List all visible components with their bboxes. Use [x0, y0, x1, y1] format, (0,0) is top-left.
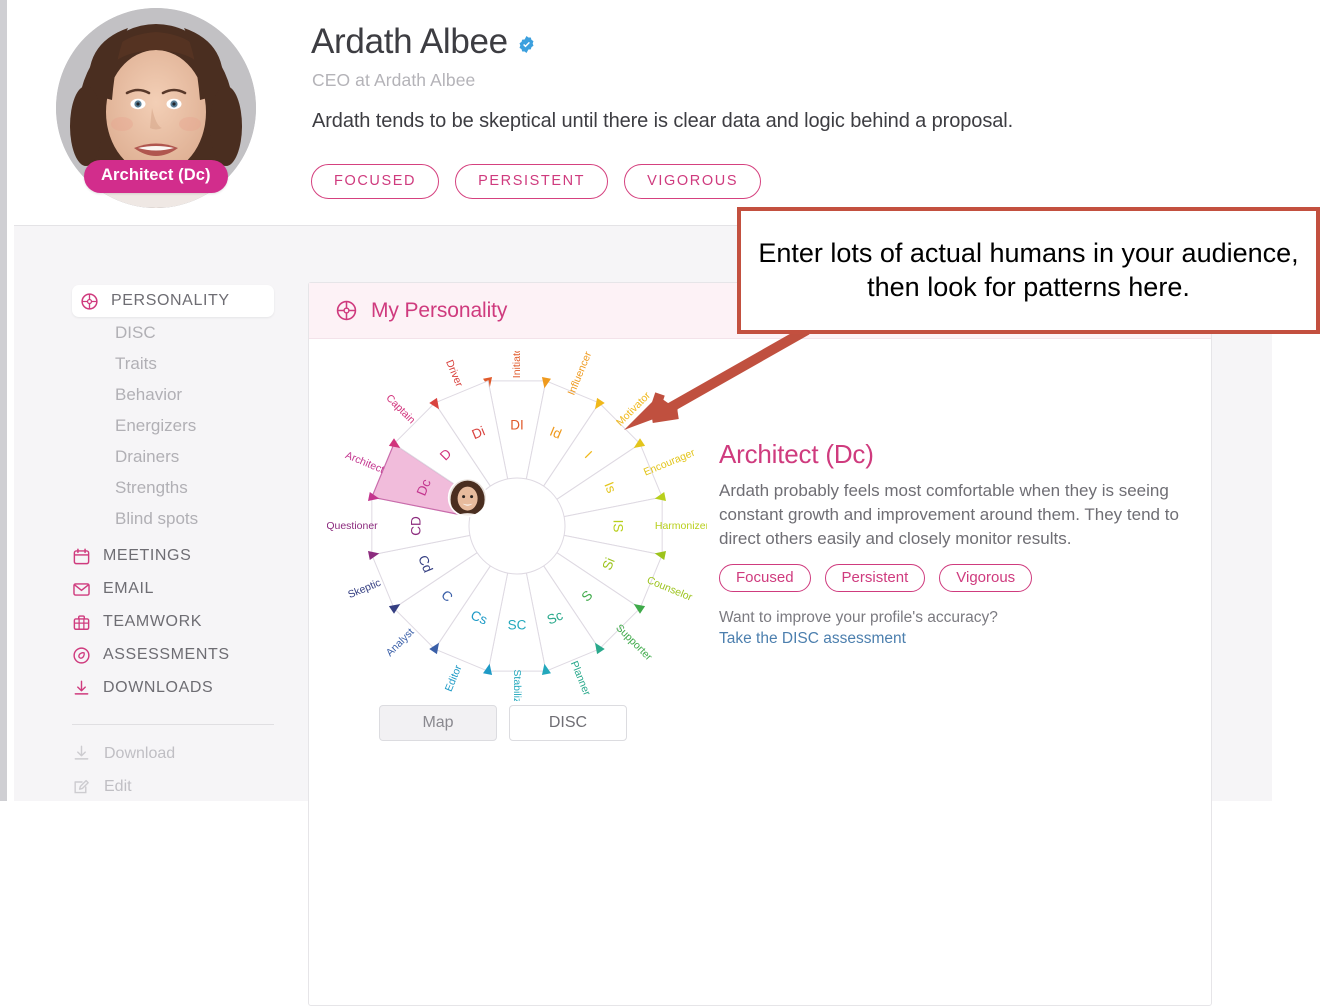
wheel-segment-label: Initiator — [511, 351, 523, 378]
sidebar: PERSONALITY DISC Traits Behavior Energiz… — [14, 226, 302, 801]
wheel-segment-code: IS — [610, 520, 625, 533]
wheel-segment-label: Harmonizer — [655, 520, 707, 532]
sidebar-subitem-drainers[interactable]: Drainers — [115, 447, 179, 467]
profile-subtitle: CEO at Ardath Albee — [312, 70, 475, 91]
annotation-text: Enter lots of actual humans in your audi… — [757, 237, 1300, 305]
sidebar-subitem-traits[interactable]: Traits — [115, 354, 157, 374]
download-icon — [72, 679, 91, 698]
trait-chip[interactable]: VIGOROUS — [624, 164, 761, 199]
wheel-segment-label: Editor — [443, 663, 465, 693]
sidebar-item-label: PERSONALITY — [111, 292, 230, 310]
detail-trait-chip[interactable]: Focused — [719, 564, 811, 592]
target-icon — [335, 299, 358, 322]
wheel-segment-label: Captain — [383, 392, 417, 426]
card-header-title: My Personality — [371, 299, 507, 323]
detail-title: Architect (Dc) — [719, 439, 1199, 470]
card-body: DIInitiatorIdInfluencerIMotivatorIsEncou… — [309, 339, 1211, 1006]
toggle-disc-button[interactable]: DISC — [509, 705, 627, 741]
wheel-segment-label: Analyst — [384, 626, 417, 659]
sidebar-subitem-behavior[interactable]: Behavior — [115, 385, 182, 405]
profile-header: Architect (Dc) Ardath Albee CEO at Ardat… — [14, 0, 1272, 226]
disc-assessment-link[interactable]: Take the DISC assessment — [719, 630, 1199, 648]
wheel-segment-label: Supporter — [613, 622, 654, 663]
sidebar-subitem-disc[interactable]: DISC — [115, 323, 156, 343]
annotation-arrow — [600, 326, 810, 436]
edit-pencil-icon — [72, 777, 91, 796]
profile-tagline: Ardath tends to be skeptical until there… — [312, 110, 1013, 133]
sidebar-item-email[interactable]: EMAIL — [72, 574, 154, 604]
wheel-segment-label: Architect — [343, 449, 385, 476]
sidebar-footer-edit[interactable]: Edit — [72, 777, 132, 796]
wheel-segment-label: Counselor — [645, 574, 694, 604]
wheel-segment-label: Skeptic — [346, 577, 382, 601]
envelope-icon — [72, 580, 91, 599]
sidebar-divider — [72, 724, 274, 725]
sidebar-item-downloads[interactable]: DOWNLOADS — [72, 673, 213, 703]
wheel-segment-code: SC — [508, 618, 527, 633]
trait-chip[interactable]: FOCUSED — [311, 164, 439, 199]
verified-badge-icon — [517, 35, 536, 54]
sidebar-item-label: ASSESSMENTS — [103, 646, 230, 664]
sidebar-item-label: EMAIL — [103, 580, 154, 598]
download-icon — [72, 744, 91, 763]
avatar-container: Architect (Dc) — [56, 8, 266, 218]
sidebar-item-assessments[interactable]: ASSESSMENTS — [72, 640, 230, 670]
calendar-icon — [72, 547, 91, 566]
personality-detail-panel: Architect (Dc) Ardath probably feels mos… — [719, 439, 1199, 648]
target-icon — [80, 292, 99, 311]
trait-chip[interactable]: PERSISTENT — [455, 164, 608, 199]
sidebar-item-label: MEETINGS — [103, 547, 191, 565]
annotation-callout: Enter lots of actual humans in your audi… — [737, 207, 1320, 334]
accuracy-prompt: Want to improve your profile's accuracy? — [719, 609, 998, 626]
detail-description: Ardath probably feels most comfortable w… — [719, 479, 1199, 551]
wheel-segment-label: Planner — [568, 659, 593, 697]
sidebar-footer-label: Edit — [104, 778, 132, 796]
toggle-map-button[interactable]: Map — [379, 705, 497, 741]
wheel-segment-code: CD — [409, 516, 424, 536]
wheel-segment-label: Questioner — [327, 520, 378, 532]
view-toggle-group: Map DISC — [379, 705, 627, 741]
sidebar-footer-label: Download — [104, 745, 175, 763]
wheel-segment-label: Driver — [443, 358, 465, 389]
page-title: Ardath Albee — [311, 24, 508, 59]
detail-trait-chips: Focused Persistent Vigorous — [719, 564, 1199, 592]
wheel-segment-label: Encourager — [642, 447, 697, 479]
sidebar-subitem-strengths[interactable]: Strengths — [115, 478, 188, 498]
sidebar-item-teamwork[interactable]: TEAMWORK — [72, 607, 202, 637]
wheel-segment-label: Stabilizer — [511, 669, 523, 701]
sidebar-footer-download[interactable]: Download — [72, 744, 175, 763]
briefcase-icon — [72, 613, 91, 632]
compass-icon — [72, 646, 91, 665]
application-window: Architect (Dc) Ardath Albee CEO at Ardat… — [0, 0, 1331, 801]
sidebar-item-personality[interactable]: PERSONALITY — [72, 285, 274, 317]
wheel-segment-label: Influencer — [566, 351, 595, 397]
sidebar-subitem-blind-spots[interactable]: Blind spots — [115, 509, 198, 529]
sidebar-item-meetings[interactable]: MEETINGS — [72, 541, 191, 571]
sidebar-item-label: DOWNLOADS — [103, 679, 213, 697]
personality-type-badge: Architect (Dc) — [84, 160, 228, 193]
profile-trait-chips: FOCUSED PERSISTENT VIGOROUS — [311, 164, 761, 199]
detail-trait-chip[interactable]: Persistent — [825, 564, 926, 592]
accuracy-block: Want to improve your profile's accuracy?… — [719, 609, 1199, 648]
profile-name-row: Ardath Albee — [311, 24, 536, 59]
sidebar-item-label: TEAMWORK — [103, 613, 202, 631]
sidebar-subitem-energizers[interactable]: Energizers — [115, 416, 196, 436]
detail-trait-chip[interactable]: Vigorous — [939, 564, 1032, 592]
wheel-segment-code: DI — [510, 418, 524, 433]
